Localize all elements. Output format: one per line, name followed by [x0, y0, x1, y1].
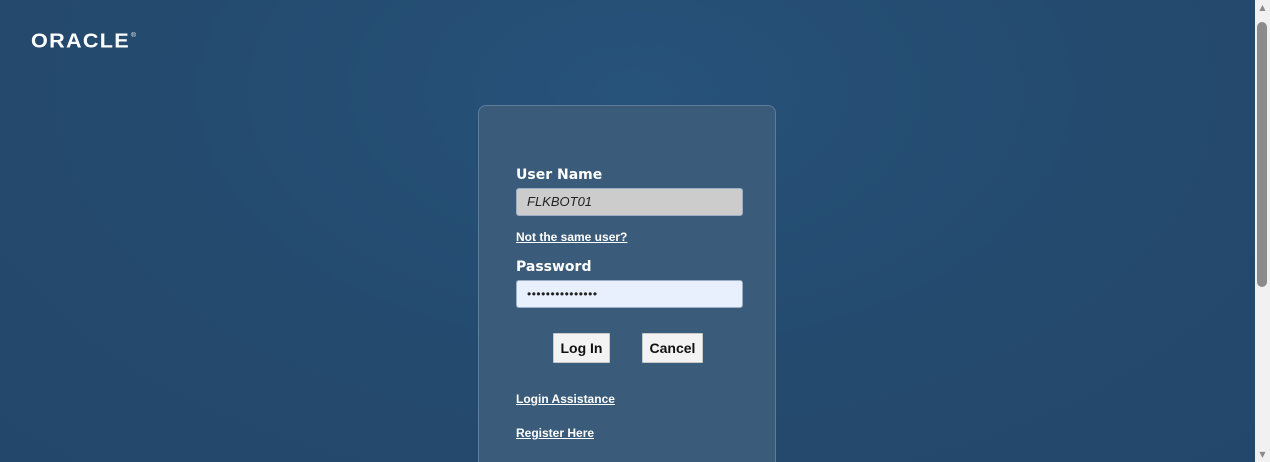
- logo-text: ORACLE: [31, 30, 130, 53]
- login-panel: User Name FLKBOT01 Not the same user? Pa…: [478, 105, 776, 462]
- scroll-up-arrow-icon[interactable]: ▲: [1255, 0, 1270, 15]
- register-link[interactable]: Register Here: [516, 426, 594, 440]
- not-same-user-link[interactable]: Not the same user?: [516, 230, 627, 244]
- username-label: User Name: [516, 167, 603, 183]
- login-page: ORACLE® User Name FLKBOT01 Not the same …: [0, 0, 1255, 462]
- login-assistance-link[interactable]: Login Assistance: [516, 392, 615, 406]
- login-button[interactable]: Log In: [553, 333, 610, 363]
- vertical-scrollbar[interactable]: ▲ ▼: [1255, 0, 1270, 462]
- cancel-button[interactable]: Cancel: [642, 333, 703, 363]
- username-field[interactable]: FLKBOT01: [516, 188, 743, 216]
- password-label: Password: [516, 259, 592, 275]
- oracle-logo: ORACLE®: [31, 29, 136, 52]
- scroll-down-arrow-icon[interactable]: ▼: [1255, 447, 1270, 462]
- scrollbar-thumb[interactable]: [1257, 22, 1267, 287]
- password-field[interactable]: •••••••••••••••: [516, 280, 743, 308]
- registered-mark: ®: [131, 33, 136, 39]
